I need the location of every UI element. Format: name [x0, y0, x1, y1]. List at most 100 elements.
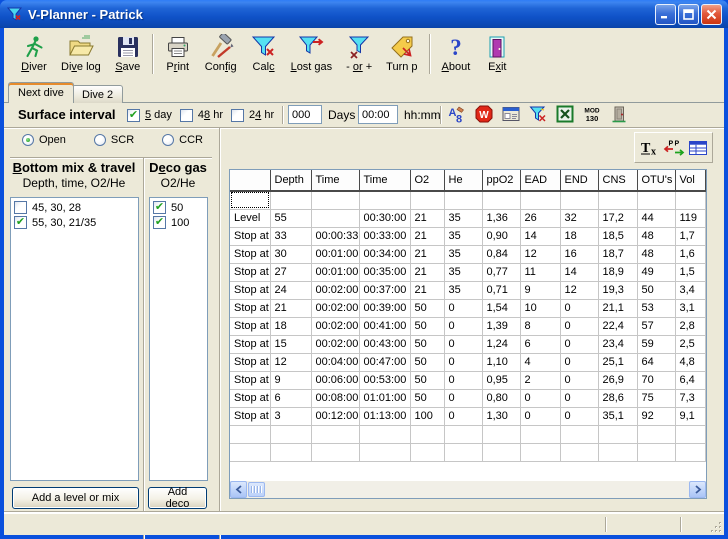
grid-cell[interactable]: 6: [520, 335, 560, 353]
grid-cell[interactable]: 21: [270, 299, 311, 317]
checkbox-unchecked-icon[interactable]: [180, 109, 193, 122]
grid-cell[interactable]: [230, 443, 270, 461]
radio-selected-icon[interactable]: [22, 134, 34, 146]
grid-cell[interactable]: 1,10: [482, 353, 520, 371]
grid-cell[interactable]: 0: [560, 299, 598, 317]
grid-cell[interactable]: [637, 425, 675, 443]
grid-cell[interactable]: [482, 443, 520, 461]
toolbar-or-button[interactable]: - or +: [339, 32, 379, 74]
checkbox-unchecked-icon[interactable]: [231, 109, 244, 122]
grid-cell[interactable]: [359, 425, 410, 443]
grid-cell[interactable]: 11: [520, 263, 560, 281]
grid-cell[interactable]: 2: [520, 371, 560, 389]
grid-cell[interactable]: 0: [444, 389, 482, 407]
grid-cell[interactable]: [444, 191, 482, 209]
grid-cell[interactable]: 00:00:33: [311, 227, 359, 245]
grid-cell[interactable]: 00:02:00: [311, 335, 359, 353]
close-button[interactable]: [701, 4, 722, 25]
grid-cell[interactable]: 53: [637, 299, 675, 317]
grid-cell[interactable]: 00:01:00: [311, 245, 359, 263]
grid-cell[interactable]: 48: [637, 245, 675, 263]
grid-cell[interactable]: 1,24: [482, 335, 520, 353]
grid-cell[interactable]: 00:02:00: [311, 299, 359, 317]
grid-cell[interactable]: 64: [637, 353, 675, 371]
grid-cell[interactable]: 92: [637, 407, 675, 425]
grid-cell[interactable]: 0,77: [482, 263, 520, 281]
grid-cell[interactable]: [637, 191, 675, 209]
grid-cell[interactable]: 0: [444, 317, 482, 335]
grid-cell[interactable]: Stop at: [230, 371, 270, 389]
grid-cell[interactable]: 21: [410, 263, 444, 281]
grid-cell[interactable]: [311, 443, 359, 461]
grid-cell[interactable]: 2,5: [675, 335, 705, 353]
grid-cell[interactable]: 00:08:00: [311, 389, 359, 407]
grid-cell[interactable]: 6,4: [675, 371, 705, 389]
deco-gas-item[interactable]: 50: [151, 200, 206, 215]
grid-cell[interactable]: 50: [410, 389, 444, 407]
checkbox-checked-icon[interactable]: [153, 216, 166, 229]
grid-cell[interactable]: 21: [410, 245, 444, 263]
grid-cell[interactable]: 14: [520, 227, 560, 245]
minimize-button[interactable]: [655, 4, 676, 25]
grid-cell[interactable]: 59: [637, 335, 675, 353]
grid-cell[interactable]: 48: [637, 227, 675, 245]
grid-cell[interactable]: 50: [410, 299, 444, 317]
deco-gas-list[interactable]: 50100: [149, 197, 208, 481]
grid-cell[interactable]: 49: [637, 263, 675, 281]
grid-cell[interactable]: [311, 191, 359, 209]
grid-cell[interactable]: 00:37:00: [359, 281, 410, 299]
grid-cell[interactable]: [444, 443, 482, 461]
grid-cell[interactable]: [598, 425, 637, 443]
grid-cell[interactable]: 18,9: [598, 263, 637, 281]
grid-cell[interactable]: 6: [270, 389, 311, 407]
grid-cell[interactable]: 0,71: [482, 281, 520, 299]
grid-cell[interactable]: 00:34:00: [359, 245, 410, 263]
grid-cell[interactable]: Stop at: [230, 227, 270, 245]
surface-24-hr-checkbox[interactable]: 24 hr: [231, 109, 274, 122]
grid-cell[interactable]: 0: [560, 317, 598, 335]
grid-cell[interactable]: 12: [520, 245, 560, 263]
grid-cell[interactable]: 1,36: [482, 209, 520, 227]
grid-cell[interactable]: Level: [230, 209, 270, 227]
grid-cell[interactable]: 50: [410, 371, 444, 389]
grid-cell[interactable]: [637, 443, 675, 461]
gas-mode-ccr-radio[interactable]: CCR: [162, 134, 203, 146]
grid-cell[interactable]: [270, 191, 311, 209]
grid-cell[interactable]: [230, 425, 270, 443]
close-panel-icon[interactable]: [610, 105, 628, 123]
grid-cell[interactable]: 00:33:00: [359, 227, 410, 245]
tab-next-dive[interactable]: Next dive: [8, 82, 74, 103]
grid-cell[interactable]: 0,84: [482, 245, 520, 263]
grid-cell[interactable]: 0,80: [482, 389, 520, 407]
grid-cell[interactable]: 22,4: [598, 317, 637, 335]
grid-cell[interactable]: Stop at: [230, 299, 270, 317]
bottom-mix-list[interactable]: 45, 30, 2855, 30, 21/35: [10, 197, 139, 481]
pp-swap-icon[interactable]: PP: [663, 139, 685, 157]
grid-cell[interactable]: 21,1: [598, 299, 637, 317]
grid-cell[interactable]: 25,1: [598, 353, 637, 371]
grid-cell[interactable]: 0: [560, 353, 598, 371]
grid-cell[interactable]: 0: [444, 353, 482, 371]
grid-cell[interactable]: 16: [560, 245, 598, 263]
horizontal-scrollbar[interactable]: [230, 481, 706, 498]
grid-cell[interactable]: 3,1: [675, 299, 705, 317]
grid-cell[interactable]: [520, 425, 560, 443]
scroll-left-button[interactable]: [230, 481, 247, 498]
grid-cell[interactable]: Stop at: [230, 263, 270, 281]
grid-cell[interactable]: 28,6: [598, 389, 637, 407]
grid-cell[interactable]: 7,3: [675, 389, 705, 407]
grid-cell[interactable]: 27: [270, 263, 311, 281]
checkbox-checked-icon[interactable]: [153, 201, 166, 214]
grid-cell[interactable]: 01:13:00: [359, 407, 410, 425]
grid-cell[interactable]: [359, 443, 410, 461]
deco-gas-item[interactable]: 100: [151, 215, 206, 230]
grid-cell[interactable]: 0: [520, 389, 560, 407]
grid-cell[interactable]: 35: [444, 263, 482, 281]
grid-cell[interactable]: 1,30: [482, 407, 520, 425]
grid-cell[interactable]: [560, 443, 598, 461]
dive-info-icon[interactable]: [502, 105, 520, 123]
grid-cell[interactable]: 12: [560, 281, 598, 299]
grid-cell[interactable]: 9: [520, 281, 560, 299]
mod-130-icon[interactable]: MOD130: [583, 105, 601, 123]
grid-cell[interactable]: 4: [520, 353, 560, 371]
